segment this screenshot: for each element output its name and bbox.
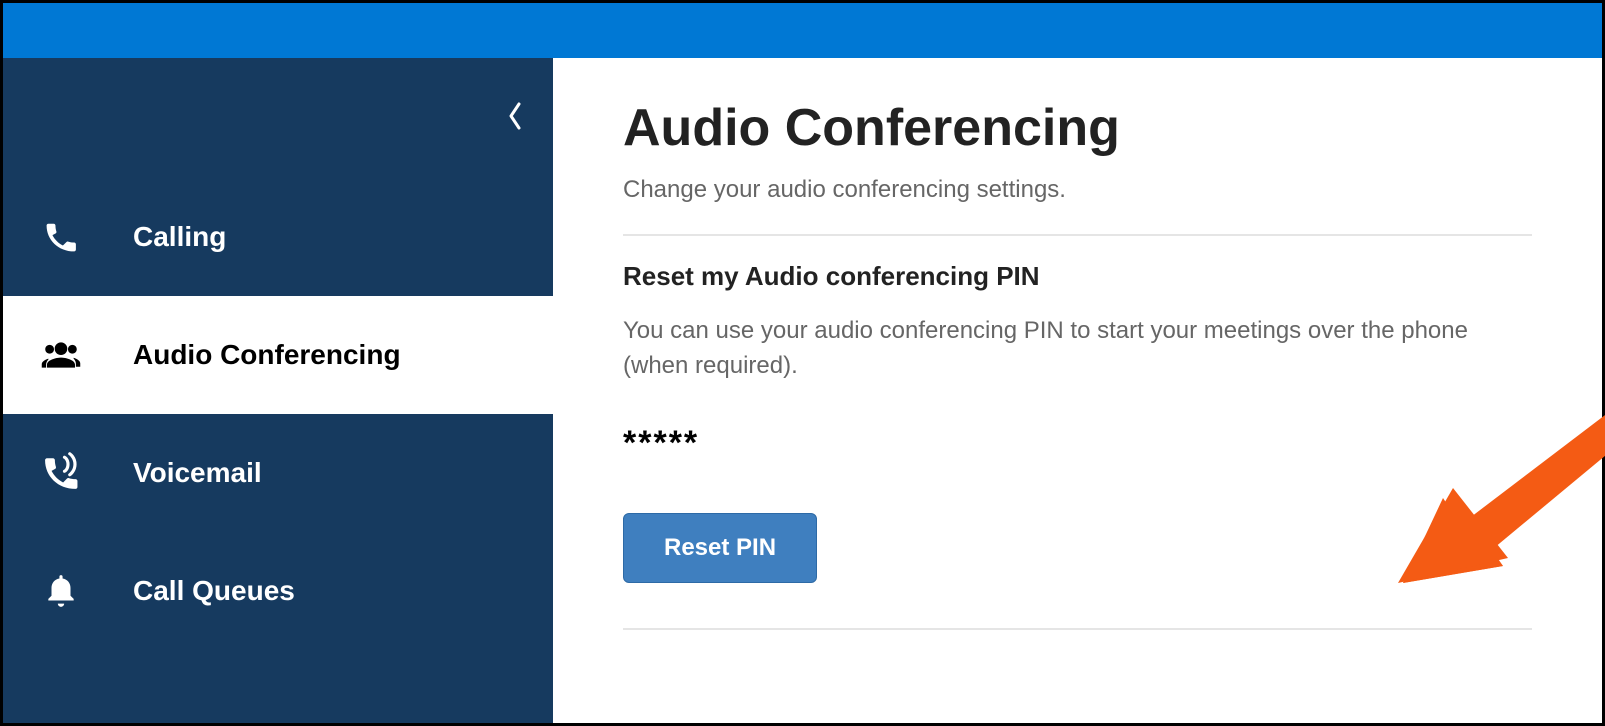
sidebar-item-audio-conferencing[interactable]: Audio Conferencing: [3, 296, 553, 414]
pin-masked-value: *****: [623, 424, 1532, 463]
page-title: Audio Conferencing: [623, 98, 1532, 158]
bell-icon: [38, 569, 83, 614]
sidebar-item-label: Calling: [133, 221, 226, 253]
sidebar-item-calling[interactable]: Calling: [3, 178, 553, 296]
sidebar-item-label: Call Queues: [133, 575, 295, 607]
content-container: Calling Audio Conferencing Voicemail Cal…: [3, 58, 1602, 723]
sidebar-collapse-row: [3, 58, 553, 178]
chevron-left-icon[interactable]: [507, 102, 523, 135]
divider: [623, 234, 1532, 236]
voicemail-icon: [38, 451, 83, 496]
sidebar-item-voicemail[interactable]: Voicemail: [3, 414, 553, 532]
sidebar-item-call-queues[interactable]: Call Queues: [3, 532, 553, 650]
phone-icon: [38, 215, 83, 260]
people-icon: [38, 333, 83, 378]
top-bar: [3, 3, 1602, 58]
page-subtitle: Change your audio conferencing settings.: [623, 176, 1532, 204]
sidebar: Calling Audio Conferencing Voicemail Cal…: [3, 58, 553, 723]
section-description: You can use your audio conferencing PIN …: [623, 314, 1532, 384]
divider: [623, 628, 1532, 630]
section-title: Reset my Audio conferencing PIN: [623, 261, 1532, 292]
sidebar-item-label: Audio Conferencing: [133, 339, 401, 371]
reset-pin-button[interactable]: Reset PIN: [623, 513, 817, 583]
main-content: Audio Conferencing Change your audio con…: [553, 58, 1602, 723]
sidebar-item-label: Voicemail: [133, 457, 262, 489]
